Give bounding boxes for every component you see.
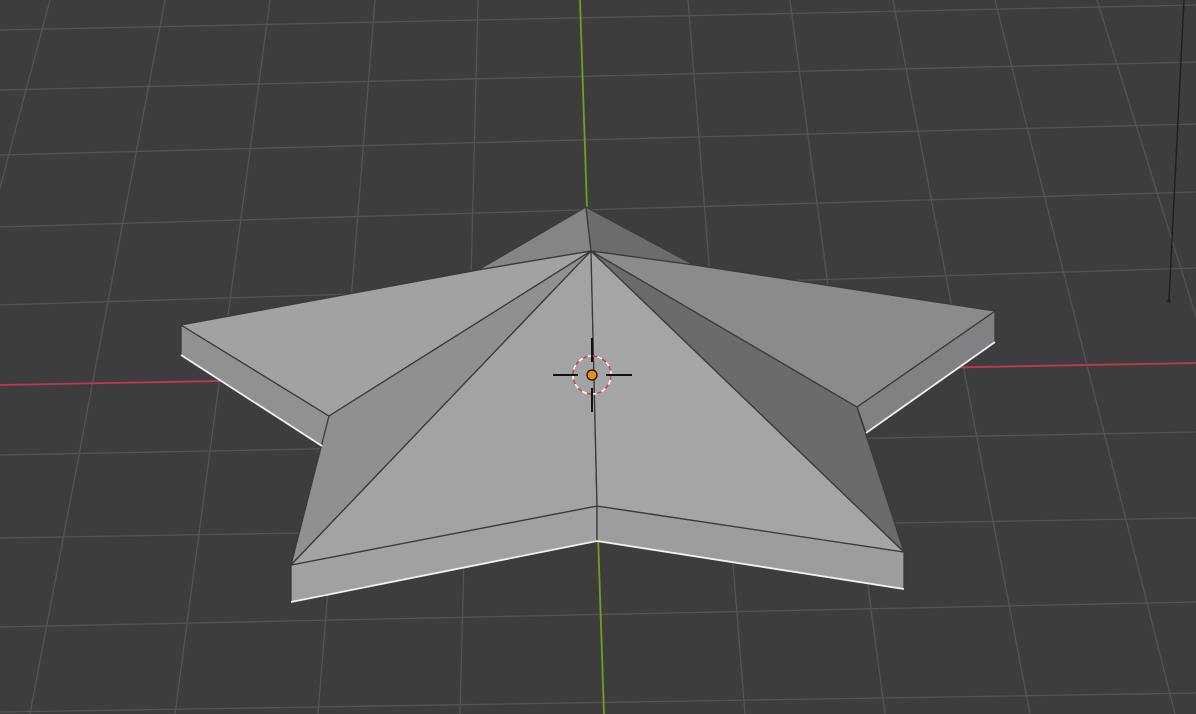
viewport-canvas[interactable] <box>0 0 1196 714</box>
3d-viewport[interactable] <box>0 0 1196 714</box>
stray-vertex-dot <box>1167 299 1171 303</box>
object-origin-icon <box>586 369 598 381</box>
